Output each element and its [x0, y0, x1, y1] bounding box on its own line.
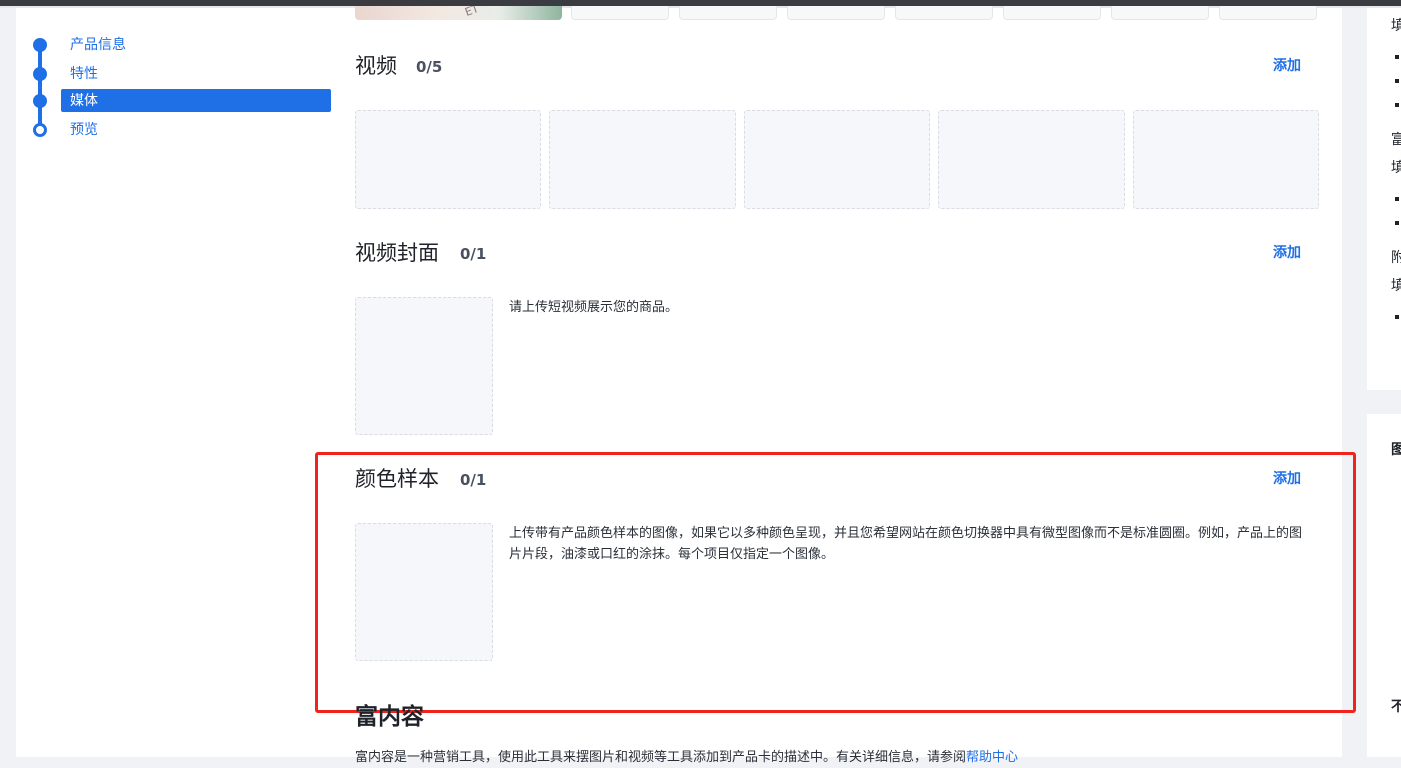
add-video-button[interactable]: 添加 [1273, 56, 1301, 76]
video-count: 0/5 [416, 58, 443, 76]
bullet-icon [1395, 55, 1399, 59]
step-media[interactable]: 媒体 [30, 89, 332, 112]
video-cover-section-title: 视频封面 [355, 241, 439, 265]
image-slot[interactable] [1219, 6, 1317, 20]
step-active-dot-icon [33, 94, 47, 108]
step-preview[interactable]: 预览 [30, 119, 332, 141]
annotation-highlight-frame [315, 452, 1356, 713]
rich-content-title: 富内容 [355, 704, 424, 730]
right-edge-text: 图 [1391, 442, 1401, 458]
help-center-link[interactable]: 帮助中心 [966, 750, 1018, 765]
product-image-thumbnail[interactable]: ET [355, 6, 562, 20]
step-label: 特性 [70, 66, 98, 82]
bullet-icon [1395, 315, 1399, 319]
image-slot[interactable] [571, 6, 669, 20]
step-product-info[interactable]: 产品信息 [30, 34, 332, 56]
active-step-highlight [61, 89, 331, 112]
right-edge-text: 富 [1391, 132, 1401, 148]
right-edge-text: 填 [1391, 18, 1401, 34]
image-slot[interactable] [895, 6, 993, 20]
video-upload-slot[interactable] [1133, 110, 1319, 209]
right-edge-text: 附 [1391, 250, 1401, 266]
step-features[interactable]: 特性 [30, 63, 332, 85]
video-cover-count: 0/1 [460, 245, 487, 263]
right-edge-text: 填 [1391, 160, 1401, 176]
step-label: 媒体 [70, 93, 98, 109]
bullet-icon [1395, 103, 1399, 107]
step-label: 预览 [70, 122, 98, 138]
bullet-icon [1395, 221, 1399, 225]
step-label: 产品信息 [70, 37, 126, 53]
step-done-dot-icon [33, 38, 47, 52]
rich-content-description: 富内容是一种营销工具，使用此工具来摆图片和视频等工具添加到产品卡的描述中。有关详… [355, 748, 1018, 768]
image-slot[interactable] [1003, 6, 1101, 20]
image-slot[interactable] [679, 6, 777, 20]
bullet-icon [1395, 197, 1399, 201]
bullet-icon [1395, 79, 1399, 83]
step-done-dot-icon [33, 67, 47, 81]
video-section-title: 视频 [355, 54, 397, 78]
video-upload-slot[interactable] [938, 110, 1125, 209]
video-upload-slot[interactable] [744, 110, 930, 209]
right-edge-text: 填 [1391, 278, 1401, 294]
add-video-cover-button[interactable]: 添加 [1273, 243, 1301, 263]
image-slot[interactable] [787, 6, 885, 20]
rich-content-text: 富内容是一种营销工具，使用此工具来摆图片和视频等工具添加到产品卡的描述中。有关详… [355, 750, 967, 765]
video-upload-slot[interactable] [549, 110, 736, 209]
video-cover-upload-slot[interactable] [355, 297, 493, 435]
video-cover-description: 请上传短视频展示您的商品。 [509, 300, 679, 315]
video-upload-slot[interactable] [355, 110, 541, 209]
image-slot[interactable] [1111, 6, 1209, 20]
image-watermark: ET [463, 6, 481, 19]
right-edge-text: 不 [1391, 699, 1401, 715]
step-pending-ring-icon [33, 123, 47, 137]
